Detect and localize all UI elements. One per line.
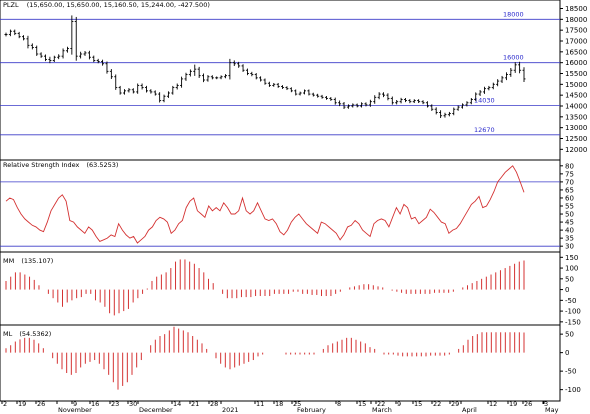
mm-y-tick-label: 100 xyxy=(565,265,578,273)
x-tick-label: 19 xyxy=(509,400,517,408)
x-tick-label: 9 xyxy=(397,400,401,408)
x-tick-label: 16 xyxy=(91,400,99,408)
chart-canvas: 18000160001403012670 1200012500130001350… xyxy=(0,0,590,414)
x-tick-label: 14 xyxy=(173,400,181,408)
chart-window: 18000 16000 14030 12670 12000 12500 13000 1350… xyxy=(0,0,590,414)
price-symbol: PLZL xyxy=(3,1,19,9)
x-tick-label: 21 xyxy=(191,400,199,408)
mm-y-tick-label: -50 xyxy=(565,297,576,305)
x-tick-label: 26 xyxy=(37,400,45,408)
x-tick-label: 30 xyxy=(129,400,137,408)
ml-y-tick-label: -50 xyxy=(565,368,576,376)
mm-y-tick-label: 150 xyxy=(565,254,578,262)
ml-name: ML xyxy=(3,330,13,338)
price-y-tick-label: 14500 xyxy=(565,92,587,100)
price-level-label: 16000 xyxy=(503,54,524,62)
x-tick-label: 15 xyxy=(414,400,422,408)
mm-value: (135.107) xyxy=(21,257,53,265)
rsi-y-tick-label: 40 xyxy=(565,227,574,235)
price-y-tick-label: 17500 xyxy=(565,27,587,35)
x-tick-label: March xyxy=(372,406,392,414)
ml-y-tick-label: 50 xyxy=(565,331,574,339)
price-ohlc-readout: (15,650.00, 15,650.00, 15,160.50, 15,244… xyxy=(27,1,210,9)
price-level-label: 18000 xyxy=(503,10,524,18)
rsi-y-tick-label: 65 xyxy=(565,186,574,194)
price-y-tick-label: 12500 xyxy=(565,135,587,143)
price-y-tick-label: 13500 xyxy=(565,113,587,121)
price-y-tick-label: 12000 xyxy=(565,146,587,154)
x-tick-label: 11 xyxy=(256,400,264,408)
ml-y-tick-label: -100 xyxy=(565,386,581,394)
mm-y-tick-label: -150 xyxy=(565,318,581,326)
x-tick-label: April xyxy=(462,406,477,414)
price-y-tick-label: 16000 xyxy=(565,59,587,67)
x-tick-label: 28 xyxy=(210,400,218,408)
mm-name: MM xyxy=(3,257,14,265)
price-y-tick-label: 18000 xyxy=(565,16,587,24)
mm-y-tick-label: 50 xyxy=(565,275,574,283)
price-y-tick-label: 15500 xyxy=(565,70,587,78)
rsi-y-tick-label: 70 xyxy=(565,178,574,186)
price-level-label: 14030 xyxy=(474,96,495,104)
mm-y-tick-label: -100 xyxy=(565,308,581,316)
x-tick-label: 9 xyxy=(73,400,77,408)
price-y-tick-label: 16500 xyxy=(565,48,587,56)
price-y-tick-label: 13000 xyxy=(565,124,587,132)
price-y-tick-label: 17000 xyxy=(565,38,587,46)
rsi-y-tick-label: 30 xyxy=(565,243,574,251)
rsi-name: Relative Strength Index xyxy=(3,161,80,169)
x-tick-label: May xyxy=(545,406,559,414)
x-tick-label: 26 xyxy=(524,400,532,408)
x-tick-label: 18 xyxy=(275,400,283,408)
x-tick-label: 29 xyxy=(451,400,459,408)
x-tick-label: 2021 xyxy=(222,406,239,414)
rsi-y-tick-label: 80 xyxy=(565,162,574,170)
x-tick-label: 19 xyxy=(18,400,26,408)
rsi-y-tick-label: 75 xyxy=(565,170,574,178)
mm-y-tick-label: 0 xyxy=(565,286,569,294)
ml-y-tick-label: 0 xyxy=(565,349,569,357)
x-tick-label: 15 xyxy=(358,400,366,408)
x-tick-label: 2 xyxy=(3,400,7,408)
x-tick-label: February xyxy=(297,406,326,414)
rsi-y-tick-label: 35 xyxy=(565,235,574,243)
x-tick-label: 22 xyxy=(433,400,441,408)
rsi-y-tick-label: 50 xyxy=(565,211,574,219)
x-tick-label: 23 xyxy=(111,400,119,408)
price-level-label: 12670 xyxy=(474,126,495,134)
x-tick-label: 12 xyxy=(489,400,497,408)
price-y-tick-label: 14000 xyxy=(565,103,587,111)
x-tick-label: 8 xyxy=(337,400,341,408)
rsi-y-tick-label: 60 xyxy=(565,194,574,202)
rsi-y-tick-label: 55 xyxy=(565,203,574,211)
rsi-y-tick-label: 45 xyxy=(565,219,574,227)
rsi-value: (63.5253) xyxy=(86,161,118,169)
price-y-tick-label: 18500 xyxy=(565,5,587,13)
price-y-tick-label: 15000 xyxy=(565,81,587,89)
ml-value: (54.5362) xyxy=(19,330,51,338)
x-tick-label: December xyxy=(139,406,173,414)
background xyxy=(0,0,590,414)
